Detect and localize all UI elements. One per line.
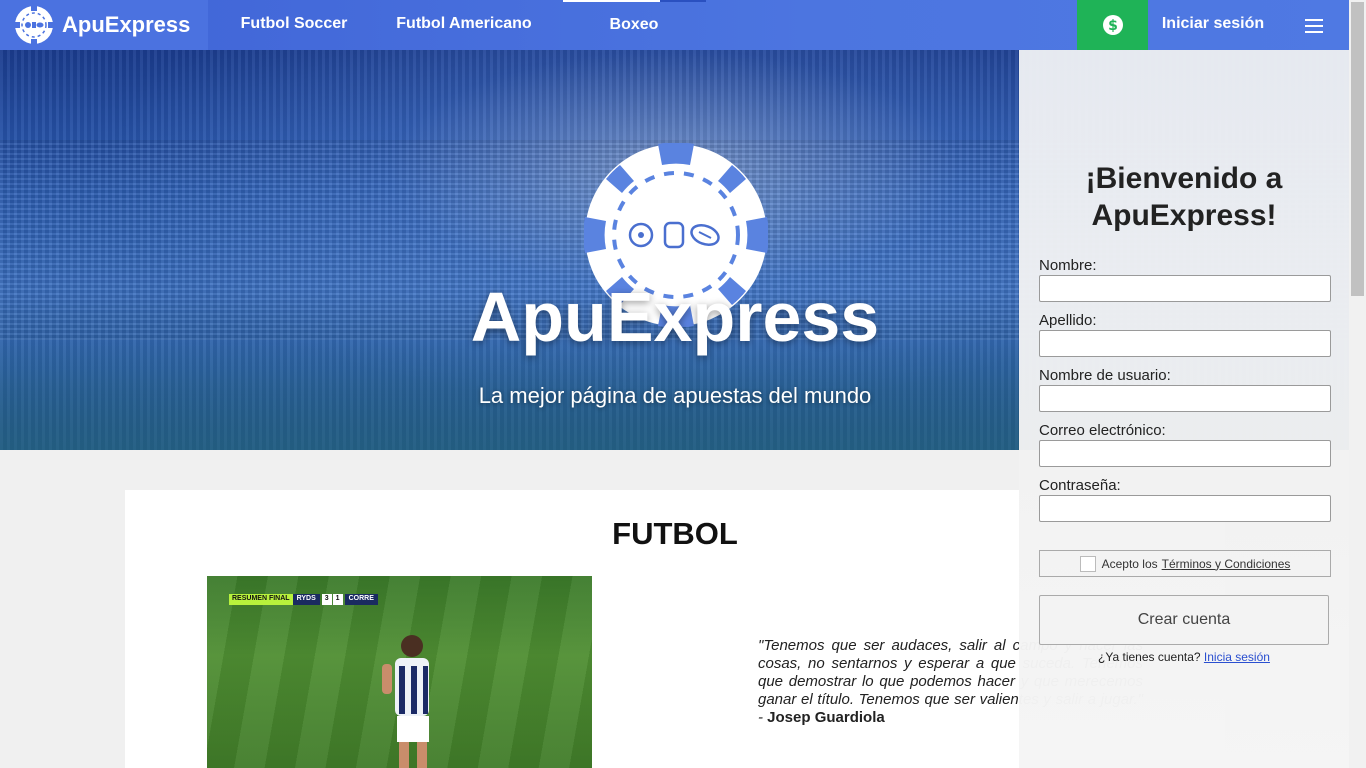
nav-futbol-soccer[interactable]: Futbol Soccer: [214, 0, 374, 50]
username-input[interactable]: [1039, 385, 1331, 412]
have-account-text: ¿Ya tienes cuenta?: [1098, 650, 1201, 664]
first-name-input[interactable]: [1039, 275, 1331, 302]
nav-active-indicator: [660, 0, 706, 2]
scoreboard-away: CORRE: [344, 594, 378, 605]
hero-title: ApuExpress: [470, 278, 880, 356]
email-label: Correo electrónico:: [1039, 422, 1166, 439]
email-input[interactable]: [1039, 440, 1331, 467]
terms-prefix: Acepto los: [1101, 556, 1158, 571]
signup-title: ¡Bienvenido a ApuExpress!: [1085, 162, 1283, 232]
scoreboard-home: RYDS: [292, 594, 320, 605]
nav-boxeo[interactable]: Boxeo: [563, 0, 705, 50]
login-link[interactable]: Iniciar sesión: [1148, 0, 1278, 50]
last-name-label: Apellido:: [1039, 312, 1097, 329]
scoreboard-label: RESUMEN FINAL: [229, 594, 293, 605]
terms-row: Acepto los Términos y Condiciones: [1039, 550, 1331, 577]
scrollbar-thumb[interactable]: [1351, 2, 1364, 296]
password-input[interactable]: [1039, 495, 1331, 522]
highlight-video[interactable]: RESUMEN FINAL RYDS 3 1 CORRE: [207, 576, 592, 768]
page-scrollbar[interactable]: [1349, 0, 1366, 768]
last-name-input[interactable]: [1039, 330, 1331, 357]
have-account-row: ¿Ya tienes cuenta? Inicia sesión: [1039, 650, 1329, 664]
scoreboard-away-score: 1: [332, 594, 343, 605]
top-nav: ApuExpress Futbol Soccer Futbol American…: [0, 0, 1349, 50]
signin-link[interactable]: Inicia sesión: [1204, 650, 1270, 664]
poker-chip-logo-icon: [14, 5, 54, 45]
first-name-label: Nombre:: [1039, 257, 1097, 274]
quote-author: Josep Guardiola: [767, 709, 885, 726]
player-figure: [382, 635, 429, 768]
hamburger-menu-icon[interactable]: [1296, 14, 1332, 38]
scoreboard-home-score: 3: [321, 594, 332, 605]
nav-futbol-americano[interactable]: Futbol Americano: [374, 0, 554, 50]
terms-checkbox[interactable]: [1079, 555, 1096, 572]
create-account-button[interactable]: Crear cuenta: [1039, 595, 1329, 645]
hero-subtitle: La mejor página de apuestas del mundo: [478, 383, 872, 408]
dollar-icon: $: [1102, 15, 1123, 35]
balance-button[interactable]: $: [1077, 0, 1148, 50]
terms-link[interactable]: Términos y Condiciones: [1162, 557, 1291, 571]
brand-link[interactable]: ApuExpress: [0, 0, 208, 50]
password-label: Contraseña:: [1039, 477, 1121, 494]
signup-panel: ¡Bienvenido a ApuExpress! Nombre: Apelli…: [1019, 50, 1349, 768]
svg-text:$: $: [1108, 18, 1118, 34]
brand-name: ApuExpress: [62, 12, 191, 37]
username-label: Nombre de usuario:: [1039, 367, 1171, 384]
scoreboard: RESUMEN FINAL RYDS 3 1 CORRE: [229, 594, 378, 605]
